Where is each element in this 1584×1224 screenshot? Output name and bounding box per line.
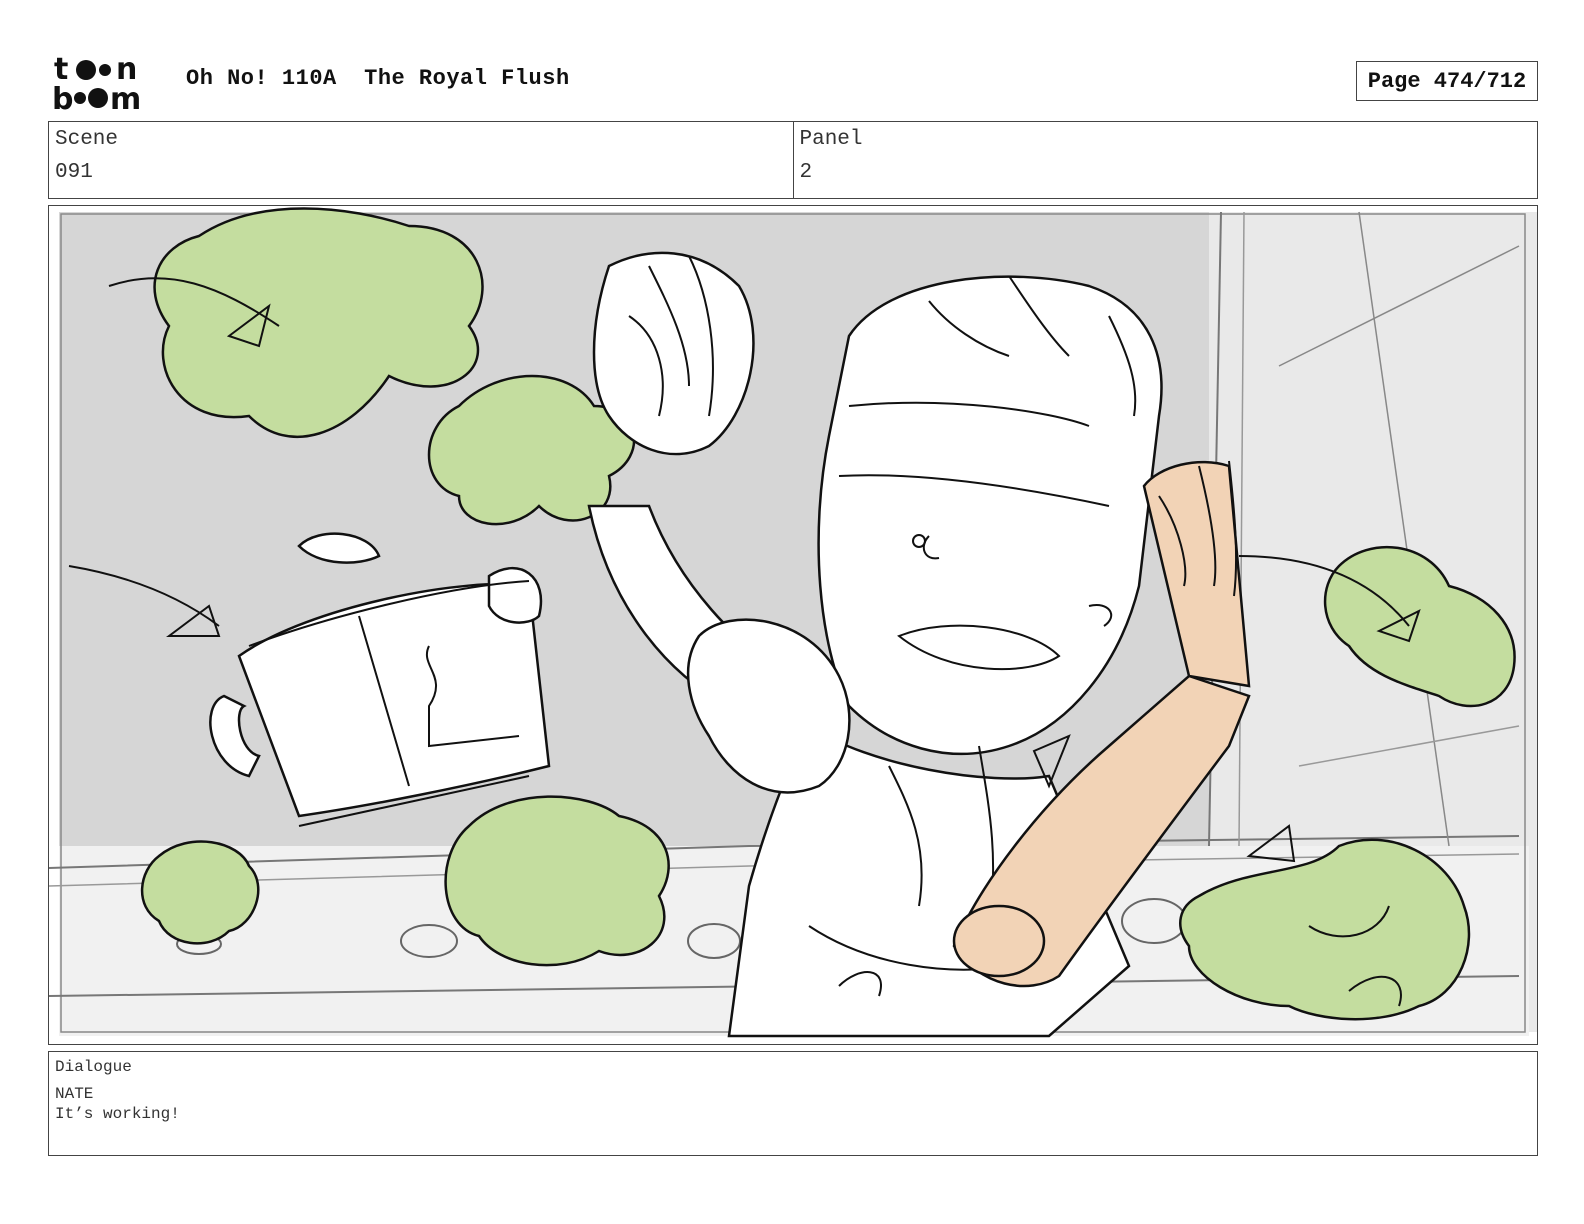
page-counter: Page 474/712 [1356, 61, 1538, 101]
toon-boom-logo: t n b m [52, 52, 164, 117]
scene-value: 091 [55, 161, 93, 184]
svg-text:m: m [110, 82, 141, 112]
scene-cell: Scene 091 [49, 122, 793, 198]
dialogue-line: It’s working! [55, 1105, 180, 1123]
storyboard-title: Oh No! 110A The Royal Flush [186, 66, 570, 91]
panel-label: Panel [799, 128, 863, 151]
panel-value: 2 [799, 161, 813, 184]
svg-text:b: b [52, 82, 73, 112]
dialogue-label: Dialogue [55, 1058, 132, 1076]
scene-panel-info: Scene 091 Panel 2 [48, 121, 1538, 199]
scene-label: Scene [55, 128, 119, 151]
storyboard-panel [48, 205, 1538, 1045]
sketch-illustration [49, 206, 1537, 1044]
dialogue-speaker: NATE [55, 1085, 94, 1103]
dialogue-box: Dialogue NATE It’s working! [48, 1051, 1538, 1156]
panel-cell: Panel 2 [792, 122, 1538, 198]
